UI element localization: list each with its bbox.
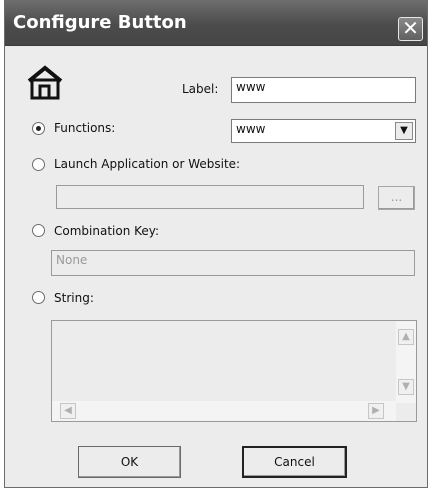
title-bar: Configure Button ✕ [5, 0, 427, 46]
chevron-down-icon: ▼ [400, 125, 408, 136]
functions-select-value: www [236, 122, 266, 136]
combination-input[interactable]: None [51, 250, 415, 276]
functions-radio[interactable] [32, 122, 45, 135]
functions-label: Functions: [54, 121, 116, 135]
configure-button-dialog: Configure Button ✕ Label: www Functions:… [4, 0, 428, 488]
cancel-button-label: Cancel [274, 455, 315, 469]
cancel-button[interactable]: Cancel [242, 446, 347, 478]
ok-button-label: OK [120, 455, 139, 469]
home-icon [27, 65, 63, 100]
chevron-up-icon: ▲ [402, 331, 410, 342]
browse-button[interactable]: ... [378, 186, 415, 210]
label-input[interactable]: www [231, 77, 416, 103]
combination-radio[interactable] [32, 224, 45, 237]
launch-input[interactable] [56, 185, 364, 209]
combination-input-value: None [56, 253, 88, 267]
functions-select[interactable]: www ▼ [231, 119, 416, 143]
close-icon: ✕ [402, 16, 419, 40]
combination-label: Combination Key: [54, 224, 160, 238]
functions-dropdown-button[interactable]: ▼ [395, 122, 413, 140]
dialog-title: Configure Button [13, 12, 187, 33]
chevron-down-icon: ▼ [402, 381, 410, 392]
vertical-scrollbar[interactable]: ▲ ▼ [396, 321, 416, 403]
label-input-value: www [236, 80, 266, 94]
scroll-down-button[interactable]: ▼ [398, 379, 414, 395]
horizontal-scrollbar[interactable]: ◀ ▶ [52, 401, 396, 421]
scroll-right-button[interactable]: ▶ [368, 403, 384, 419]
launch-radio[interactable] [32, 158, 45, 171]
browse-button-label: ... [390, 190, 403, 204]
label-field-label: Label: [182, 82, 219, 96]
launch-label: Launch Application or Website: [54, 157, 241, 171]
chevron-right-icon: ▶ [372, 405, 380, 416]
scroll-left-button[interactable]: ◀ [60, 403, 76, 419]
string-label: String: [54, 291, 94, 305]
ok-button[interactable]: OK [78, 446, 181, 478]
close-button[interactable]: ✕ [398, 17, 423, 41]
string-radio[interactable] [32, 291, 45, 304]
chevron-left-icon: ◀ [64, 405, 72, 416]
scroll-up-button[interactable]: ▲ [398, 329, 414, 345]
string-textarea[interactable]: ▲ ▼ ◀ ▶ [51, 320, 417, 422]
